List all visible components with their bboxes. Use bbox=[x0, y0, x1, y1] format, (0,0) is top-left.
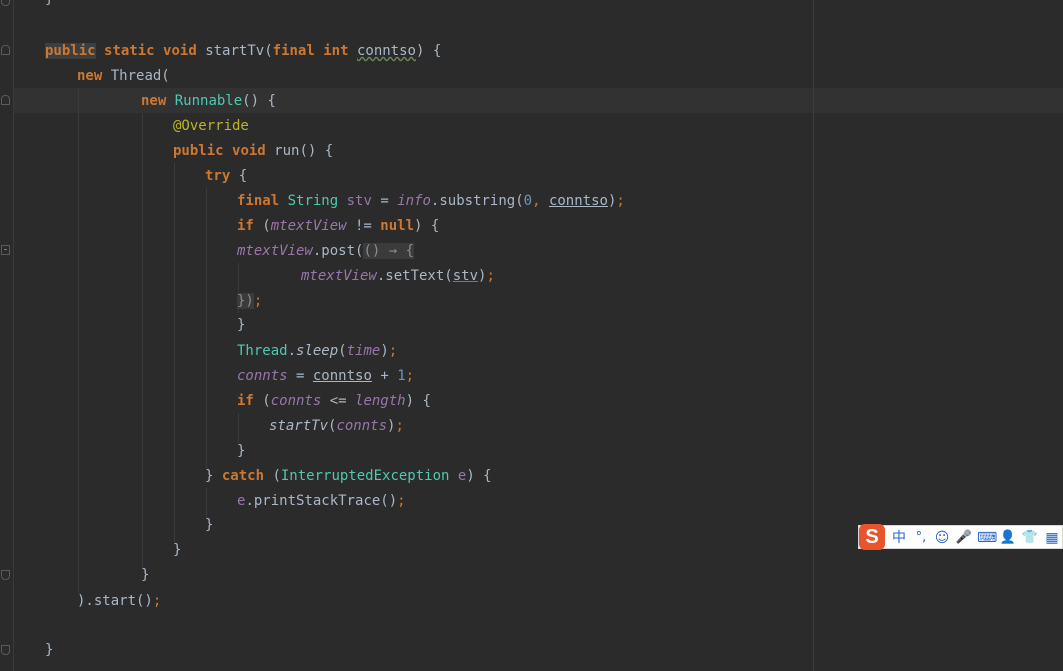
code-line: if (connts <= length) { bbox=[237, 393, 431, 409]
code-line: new Runnable() { bbox=[141, 93, 276, 109]
code-line: final String stv = info.substring(0, con… bbox=[237, 193, 625, 209]
folded-lambda[interactable]: () → { bbox=[363, 243, 415, 259]
code-line: } bbox=[45, 642, 54, 658]
code-line: if (mtextView != null) { bbox=[237, 218, 440, 234]
sogou-logo-icon[interactable]: S bbox=[859, 524, 885, 550]
toolbox-icon[interactable]: ▦ bbox=[1043, 529, 1061, 547]
skin-icon[interactable]: 👕 bbox=[1021, 529, 1039, 547]
microphone-icon[interactable]: 🎤 bbox=[955, 529, 973, 547]
code-line: startTv(connts); bbox=[269, 418, 404, 434]
code-line: Thread.sleep(time); bbox=[237, 343, 398, 359]
code-line: connts = conntso + 1; bbox=[237, 368, 415, 384]
emoji-icon[interactable]: ☺ bbox=[933, 529, 951, 547]
code-area[interactable]: } public static void startTv(final int c… bbox=[0, 0, 1063, 671]
code-line: } bbox=[141, 567, 150, 583]
code-line: } bbox=[237, 317, 246, 333]
code-line: ).start(); bbox=[77, 593, 162, 609]
code-line: public void run() { bbox=[173, 143, 334, 159]
code-line: e.printStackTrace(); bbox=[237, 493, 406, 509]
code-line: } bbox=[205, 517, 214, 533]
code-line-annotation: @Override bbox=[173, 118, 249, 134]
code-editor[interactable]: } public static void startTv(final int c… bbox=[0, 0, 1063, 671]
code-line: new Thread( bbox=[77, 68, 170, 84]
code-line: } bbox=[237, 443, 246, 459]
code-line: }); bbox=[237, 293, 263, 309]
code-line: mtextView.setText(stv); bbox=[301, 268, 495, 284]
user-icon[interactable]: 👤 bbox=[999, 529, 1017, 547]
code-line-lambda: mtextView.post(() → { bbox=[237, 243, 415, 259]
chinese-mode-toggle[interactable]: 中 bbox=[890, 529, 908, 547]
keyboard-icon[interactable]: ⌨ bbox=[977, 529, 997, 547]
code-line-method-declaration: public static void startTv(final int con… bbox=[45, 43, 442, 59]
punctuation-toggle[interactable]: °, bbox=[912, 529, 930, 547]
code-line: } catch (InterruptedException e) { bbox=[205, 468, 492, 484]
code-line: } bbox=[173, 542, 182, 558]
ime-toolbar[interactable]: S 中 °, ☺ 🎤 ⌨ 👤 👕 ▦ bbox=[858, 524, 1063, 550]
code-line: try { bbox=[205, 168, 248, 184]
code-line: } bbox=[45, 0, 53, 11]
